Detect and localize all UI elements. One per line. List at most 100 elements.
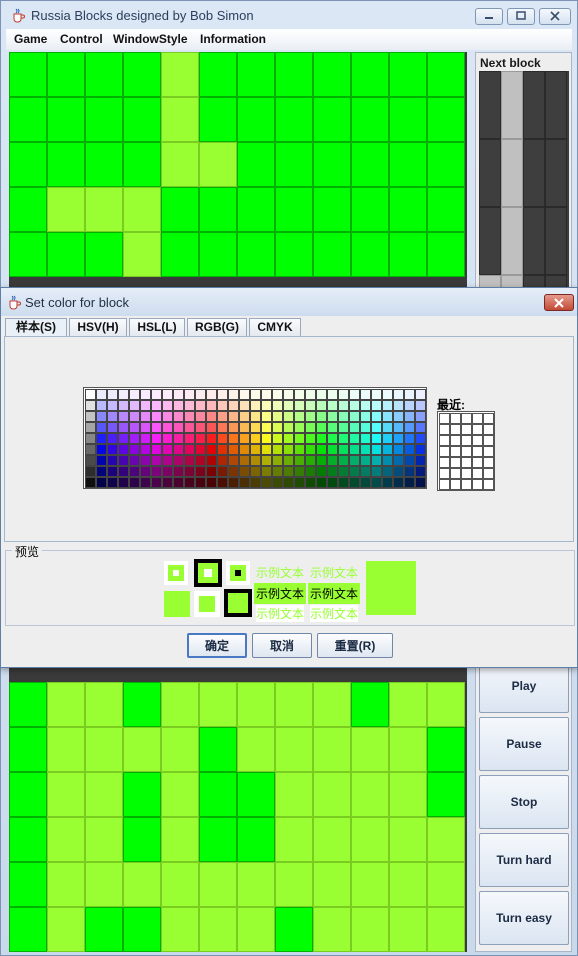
color-swatch[interactable]: [162, 444, 173, 455]
color-swatch[interactable]: [107, 433, 118, 444]
color-swatch[interactable]: [195, 466, 206, 477]
color-swatch[interactable]: [349, 444, 360, 455]
color-swatch[interactable]: [107, 389, 118, 400]
color-swatch[interactable]: [140, 477, 151, 488]
color-swatch[interactable]: [316, 422, 327, 433]
color-swatch[interactable]: [415, 422, 426, 433]
color-swatch[interactable]: [272, 433, 283, 444]
color-swatch[interactable]: [184, 433, 195, 444]
recent-swatch[interactable]: [450, 413, 461, 424]
color-swatch[interactable]: [283, 411, 294, 422]
recent-swatch[interactable]: [472, 446, 483, 457]
color-swatch[interactable]: [206, 411, 217, 422]
color-swatch[interactable]: [206, 422, 217, 433]
color-swatch[interactable]: [85, 433, 96, 444]
recent-swatch[interactable]: [439, 413, 450, 424]
color-swatch[interactable]: [173, 433, 184, 444]
color-swatch[interactable]: [327, 389, 338, 400]
color-swatch[interactable]: [129, 477, 140, 488]
color-swatch[interactable]: [360, 477, 371, 488]
color-swatch[interactable]: [206, 400, 217, 411]
color-swatch[interactable]: [272, 400, 283, 411]
color-swatch[interactable]: [184, 444, 195, 455]
color-swatch[interactable]: [107, 466, 118, 477]
color-swatch[interactable]: [316, 411, 327, 422]
color-swatch[interactable]: [360, 433, 371, 444]
color-swatch[interactable]: [129, 389, 140, 400]
color-swatch[interactable]: [382, 389, 393, 400]
reset-button[interactable]: 重置(R): [317, 633, 393, 658]
color-swatch[interactable]: [118, 444, 129, 455]
color-swatch[interactable]: [404, 444, 415, 455]
recent-swatch[interactable]: [483, 435, 494, 446]
recent-swatch[interactable]: [483, 424, 494, 435]
tab-swatches[interactable]: 样本(S): [5, 318, 67, 337]
color-swatch[interactable]: [404, 400, 415, 411]
color-swatch[interactable]: [371, 433, 382, 444]
turn-hard-button[interactable]: Turn hard: [479, 833, 569, 887]
color-swatch[interactable]: [327, 477, 338, 488]
close-button[interactable]: [539, 8, 571, 25]
color-swatch[interactable]: [239, 400, 250, 411]
color-swatch[interactable]: [228, 433, 239, 444]
color-swatch[interactable]: [151, 444, 162, 455]
color-swatch[interactable]: [184, 422, 195, 433]
color-swatch[interactable]: [239, 422, 250, 433]
color-swatch[interactable]: [228, 466, 239, 477]
color-swatch[interactable]: [129, 433, 140, 444]
tab-hsl[interactable]: HSL(L): [129, 318, 185, 336]
color-swatch[interactable]: [217, 389, 228, 400]
color-swatch[interactable]: [118, 422, 129, 433]
color-swatch[interactable]: [151, 433, 162, 444]
menu-game[interactable]: Game: [14, 32, 47, 46]
color-swatch[interactable]: [261, 400, 272, 411]
recent-swatch[interactable]: [439, 424, 450, 435]
color-swatch[interactable]: [404, 389, 415, 400]
color-swatch[interactable]: [305, 389, 316, 400]
color-swatch[interactable]: [371, 400, 382, 411]
maximize-button[interactable]: [507, 8, 535, 25]
color-swatch[interactable]: [228, 411, 239, 422]
color-swatch[interactable]: [382, 411, 393, 422]
color-swatch[interactable]: [415, 477, 426, 488]
color-swatch[interactable]: [316, 477, 327, 488]
color-swatch[interactable]: [250, 389, 261, 400]
color-swatch[interactable]: [85, 422, 96, 433]
color-swatch[interactable]: [382, 433, 393, 444]
recent-swatch[interactable]: [439, 468, 450, 479]
recent-swatch[interactable]: [461, 457, 472, 468]
color-swatch[interactable]: [305, 422, 316, 433]
recent-swatch[interactable]: [450, 435, 461, 446]
color-swatch[interactable]: [129, 455, 140, 466]
color-swatch[interactable]: [305, 455, 316, 466]
color-swatch[interactable]: [195, 389, 206, 400]
color-swatch[interactable]: [338, 389, 349, 400]
color-swatch[interactable]: [118, 389, 129, 400]
color-swatch[interactable]: [250, 422, 261, 433]
color-swatch[interactable]: [140, 389, 151, 400]
tab-cmyk[interactable]: CMYK: [249, 318, 301, 336]
color-swatch[interactable]: [173, 444, 184, 455]
color-swatch[interactable]: [294, 411, 305, 422]
color-swatch[interactable]: [371, 477, 382, 488]
color-swatch[interactable]: [228, 400, 239, 411]
color-swatch[interactable]: [173, 389, 184, 400]
color-swatch[interactable]: [283, 400, 294, 411]
color-swatch[interactable]: [195, 422, 206, 433]
color-swatch[interactable]: [151, 400, 162, 411]
color-swatch[interactable]: [85, 400, 96, 411]
color-swatch[interactable]: [162, 411, 173, 422]
color-swatch[interactable]: [184, 466, 195, 477]
color-swatch[interactable]: [239, 389, 250, 400]
color-swatch[interactable]: [206, 389, 217, 400]
recent-swatch[interactable]: [472, 457, 483, 468]
recent-swatch[interactable]: [472, 479, 483, 490]
color-swatch[interactable]: [349, 400, 360, 411]
recent-swatch[interactable]: [483, 413, 494, 424]
color-swatch[interactable]: [162, 389, 173, 400]
color-swatch[interactable]: [107, 455, 118, 466]
color-swatch[interactable]: [85, 466, 96, 477]
recent-swatch[interactable]: [450, 457, 461, 468]
color-swatch[interactable]: [217, 477, 228, 488]
recent-swatch[interactable]: [472, 435, 483, 446]
